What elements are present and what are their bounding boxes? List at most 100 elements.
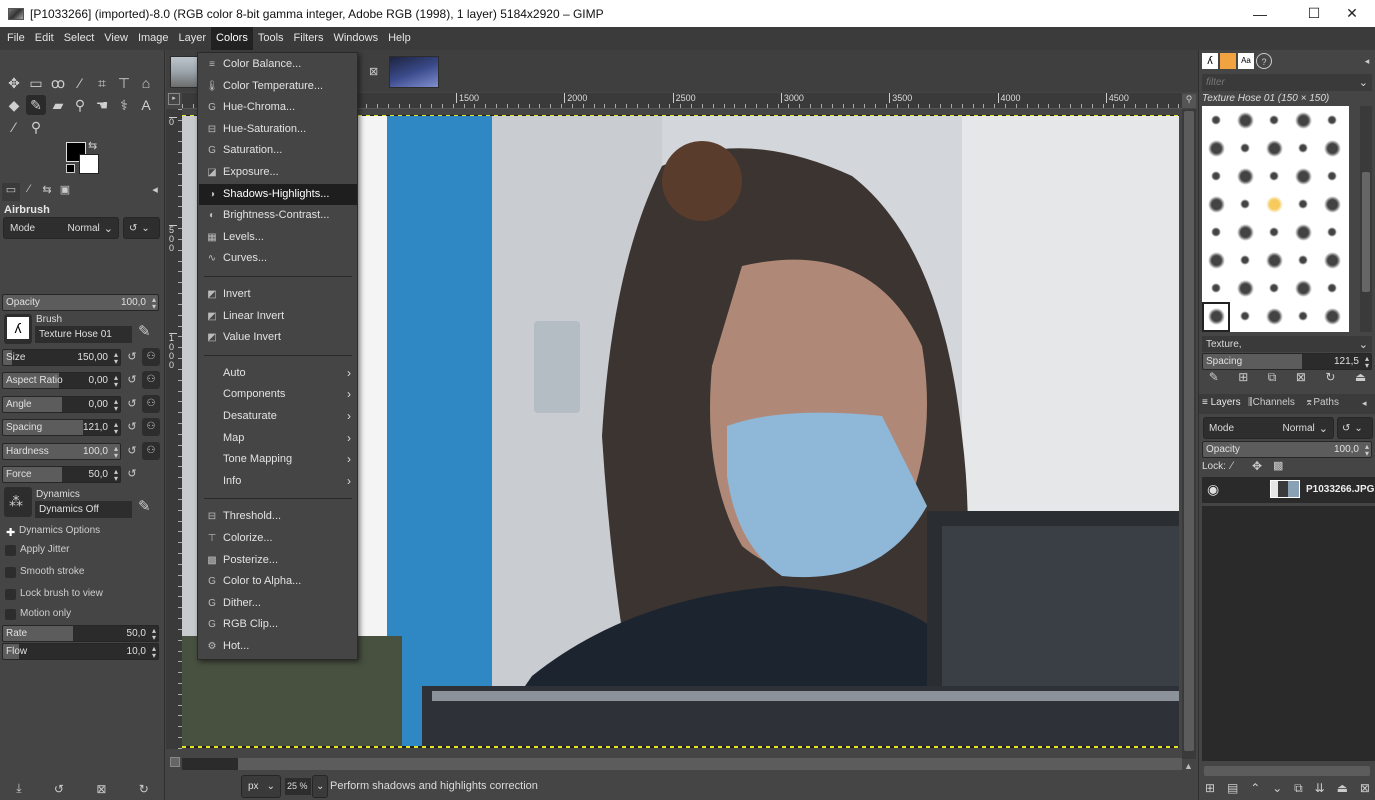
menu-item-hue-chroma[interactable]: G Hue-Chroma... [199, 97, 357, 118]
menu-file[interactable]: File [2, 27, 30, 50]
reset-force-icon[interactable]: ↺ [125, 467, 139, 481]
reset-spacing-icon[interactable]: ↺ [125, 420, 139, 434]
delete-brush-icon[interactable]: ⊠ [1296, 370, 1306, 388]
brush-thumbnail[interactable] [1327, 115, 1337, 125]
quick-mask-toggle[interactable] [170, 757, 180, 767]
reset-size-icon[interactable]: ↺ [125, 350, 139, 364]
brush-thumbnail[interactable] [1265, 251, 1283, 269]
brush-thumbnail[interactable] [1211, 115, 1221, 125]
brush-thumbnail[interactable] [1294, 167, 1312, 185]
menu-view[interactable]: View [99, 27, 133, 50]
brush-thumbnail[interactable] [1240, 255, 1250, 265]
brush-thumbnail[interactable] [1298, 143, 1308, 153]
brush-thumbnail[interactable] [1294, 279, 1312, 297]
brush-tag-combo[interactable]: Texture, ⌄ [1202, 336, 1372, 352]
menu-help[interactable]: Help [383, 27, 416, 50]
menu-select[interactable]: Select [59, 27, 100, 50]
brush-spacing-slider[interactable]: Spacing 121,5 ▴ ▾ [1202, 353, 1372, 370]
unit-combo[interactable]: px ⌄ [241, 775, 281, 798]
apply-jitter-checkbox[interactable] [5, 545, 16, 556]
spin-arrows-icon[interactable]: ▴ ▾ [114, 374, 118, 389]
menu-filters[interactable]: Filters [289, 27, 329, 50]
restore-options-icon[interactable]: ↺ [54, 782, 64, 796]
menu-item-levels[interactable]: ▦ Levels... [199, 227, 357, 248]
brush-thumbnail[interactable] [1265, 139, 1283, 157]
spin-arrows-icon[interactable]: ▴ ▾ [114, 445, 118, 460]
brush-thumbnail[interactable] [1240, 311, 1250, 321]
brush-thumbnail[interactable] [1327, 283, 1337, 293]
brush-thumbnail[interactable] [1211, 171, 1221, 181]
images-tab-icon[interactable]: ▣ [56, 183, 74, 201]
raise-layer-icon[interactable]: ⌃ [1250, 781, 1260, 795]
new-layer-icon[interactable]: ⊞ [1205, 781, 1215, 795]
menu-tools[interactable]: Tools [253, 27, 289, 50]
tab-channels[interactable]: ⫼Channels [1248, 397, 1295, 408]
smooth-stroke-checkbox[interactable] [5, 567, 16, 578]
spin-arrows-icon[interactable]: ▴ ▾ [152, 627, 156, 642]
menu-item-map[interactable]: Map › [199, 428, 357, 449]
brush-thumbnail[interactable] [1298, 255, 1308, 265]
dynamics-preview[interactable]: ⁂ [4, 487, 32, 517]
menu-item-colorize[interactable]: ⊤ Colorize... [199, 528, 357, 549]
brush-preview[interactable]: ʎ [4, 314, 32, 344]
brushes-tab-icon[interactable]: ʎ [1202, 53, 1218, 69]
lock-alpha-icon[interactable]: ▩ [1273, 459, 1283, 472]
crop-tool-icon[interactable]: ⌗ [92, 73, 112, 93]
menu-item-rgb-clip[interactable]: G RGB Clip... [199, 614, 357, 635]
opacity-slider[interactable]: Opacity 100,0 ▴ ▾ [2, 294, 159, 311]
flow-slider[interactable]: Flow 10,0 ▴ ▾ [2, 643, 159, 660]
brush-thumbnail[interactable] [1211, 227, 1221, 237]
brush-thumbnail[interactable] [1269, 227, 1279, 237]
minimize-button[interactable]: — [1237, 0, 1283, 27]
close-button[interactable]: ✕ [1329, 0, 1375, 27]
brush-thumbnail[interactable] [1265, 307, 1283, 325]
menu-image[interactable]: Image [133, 27, 174, 50]
menu-item-invert[interactable]: ◩ Invert [199, 284, 357, 305]
menu-item-posterize[interactable]: ▩ Posterize... [199, 550, 357, 571]
reset-aspect-ratio-icon[interactable]: ↺ [125, 373, 139, 387]
rect-select-tool-icon[interactable]: ▭ [26, 73, 46, 93]
angle-slider[interactable]: Angle 0,00 ▴ ▾ [2, 396, 121, 413]
tab-paths[interactable]: ⌆Paths [1305, 397, 1339, 408]
delete-options-icon[interactable]: ⊠ [96, 782, 106, 796]
paths-tool-icon[interactable]: ⚕ [114, 95, 134, 115]
brush-thumbnail[interactable] [1269, 171, 1279, 181]
expander-plus-icon[interactable]: ✚ [6, 526, 15, 539]
menu-item-dither[interactable]: G Dither... [199, 593, 357, 614]
free-select-tool-icon[interactable]: ꝏ [48, 73, 68, 93]
brush-thumbnail[interactable] [1207, 251, 1225, 269]
panel-menu-icon[interactable]: ◂ [146, 183, 164, 201]
panel-menu-icon[interactable]: ◂ [1362, 398, 1367, 409]
rate-slider[interactable]: Rate 50,0 ▴ ▾ [2, 625, 159, 642]
edit-dynamics-icon[interactable]: ✎ [138, 497, 151, 515]
brush-thumbnail[interactable] [1236, 167, 1254, 185]
reset-angle-icon[interactable]: ↺ [125, 397, 139, 411]
image-tab-2[interactable] [389, 56, 439, 88]
menu-item-value-invert[interactable]: ◩ Value Invert [199, 327, 357, 348]
eye-visibility-icon[interactable]: ◉ [1207, 481, 1219, 498]
unified-transform-tool-icon[interactable]: ⊤ [114, 73, 134, 93]
layer-mode-combo[interactable]: Mode Normal ⌄ [1203, 417, 1334, 439]
menu-item-shadows-highlights[interactable]: ◑ Shadows-Highlights... [199, 183, 357, 205]
help-tab-icon[interactable]: ? [1256, 53, 1272, 69]
menu-item-desaturate[interactable]: Desaturate › [199, 406, 357, 427]
duplicate-layer-icon[interactable]: ⧉ [1294, 781, 1303, 796]
image-tab-1[interactable] [170, 56, 200, 88]
lock-pixels-icon[interactable]: ⁄ [1231, 460, 1233, 472]
edit-brush-icon[interactable]: ✎ [1209, 370, 1219, 388]
lower-layer-icon[interactable]: ⌄ [1272, 781, 1282, 795]
spin-arrows-icon[interactable]: ▴ ▾ [1365, 443, 1369, 458]
clone-tool-icon[interactable]: ⚲ [70, 95, 90, 115]
refresh-brushes-icon[interactable]: ↻ [1325, 370, 1335, 388]
link-spacing-icon[interactable]: ⚇ [142, 418, 160, 436]
menu-item-brightness-contrast[interactable]: ◐ Brightness-Contrast... [199, 205, 357, 226]
menu-colors[interactable]: Colors [211, 27, 253, 50]
link-aspect-ratio-icon[interactable]: ⚇ [142, 371, 160, 389]
lock-position-icon[interactable]: ✥ [1252, 459, 1262, 473]
spin-arrows-icon[interactable]: ▴ ▾ [114, 421, 118, 436]
brush-thumbnail[interactable] [1211, 283, 1221, 293]
menu-item-info[interactable]: Info › [199, 471, 357, 492]
menu-item-components[interactable]: Components › [199, 384, 357, 405]
mode-combo[interactable]: Mode Normal ⌄ [3, 217, 119, 239]
brush-thumbnail[interactable] [1269, 115, 1279, 125]
